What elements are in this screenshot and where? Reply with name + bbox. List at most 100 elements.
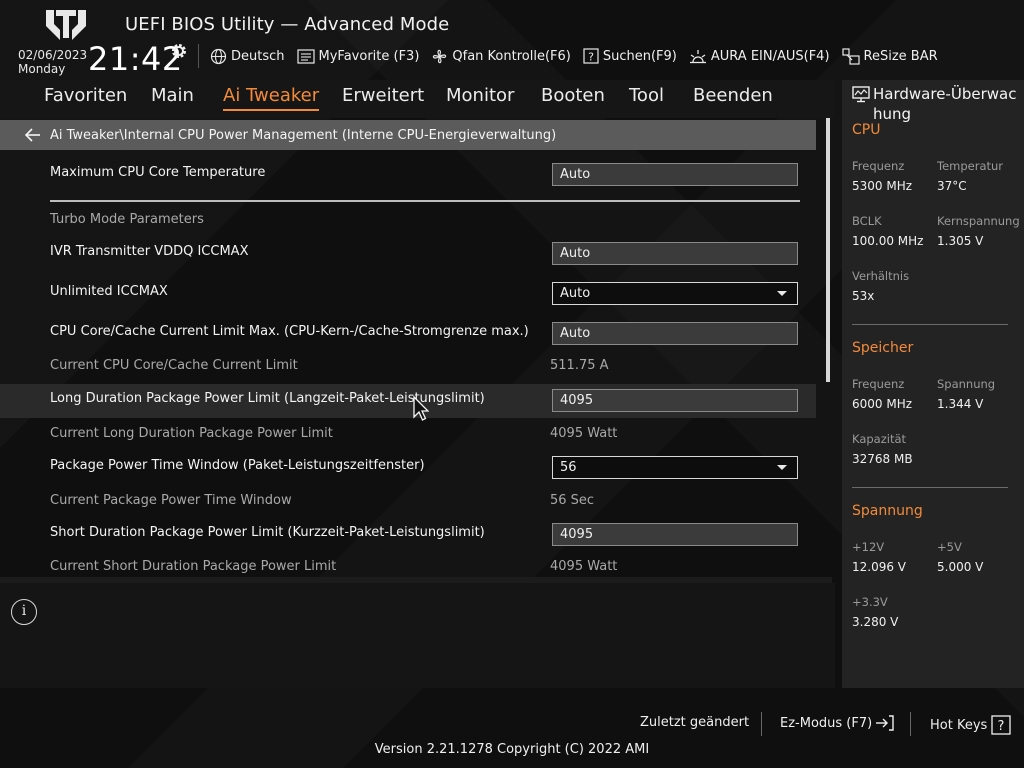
tab-tool[interactable]: Tool (629, 85, 664, 106)
short-duration-power-field[interactable]: 4095 (552, 523, 798, 546)
vcore-label: Kernspannung (937, 214, 1020, 228)
gear-icon[interactable] (170, 42, 188, 60)
info-current-long-duration: Current Long Duration Package Power Limi… (0, 420, 816, 454)
search-button[interactable]: ? Suchen(F9) (583, 48, 677, 64)
resize-bar-icon (841, 47, 860, 65)
settings-list: Maximum CPU Core Temperature Auto Turbo … (0, 150, 816, 576)
vcore-value: 1.305 V (937, 234, 984, 248)
favorite-list-icon (296, 48, 315, 64)
voltage-heading: Spannung (852, 503, 923, 519)
ez-mode-button[interactable]: Ez-Modus (F7) (780, 715, 895, 731)
footer-separator (910, 712, 911, 736)
hardware-monitor-title: Hardware-Überwac hung (873, 84, 1023, 124)
info-label: Current Long Duration Package Power Limi… (50, 426, 333, 441)
info-value: 4095 Watt (550, 559, 618, 574)
mouse-cursor-icon (413, 396, 429, 421)
hardware-monitor-title-line1: Hardware-Überwac (873, 85, 1017, 103)
scrollbar-thumb[interactable] (826, 118, 830, 382)
ratio-label: Verhältnis (852, 269, 910, 283)
help-panel: i (0, 583, 835, 688)
date-display: 02/06/2023 Monday (18, 48, 87, 76)
mem-freq-label: Frequenz (852, 377, 905, 391)
setting-label: IVR Transmitter VDDQ ICCMAX (50, 244, 249, 259)
monitor-icon (852, 86, 870, 103)
power-time-window-select[interactable]: 56 (552, 456, 798, 479)
setting-label: Package Power Time Window (Paket-Leistun… (50, 458, 425, 473)
setting-power-time-window[interactable]: Package Power Time Window (Paket-Leistun… (0, 451, 816, 485)
toolbar: Deutsch MyFavorite (F3) Qfan Kontrolle(F… (210, 46, 950, 66)
breadcrumb: Ai Tweaker\Internal CPU Power Management… (0, 120, 816, 150)
tab-beenden[interactable]: Beenden (693, 85, 773, 106)
ratio-value: 53x (852, 289, 875, 303)
globe-icon (210, 48, 227, 64)
app-title: UEFI BIOS Utility — Advanced Mode (125, 14, 450, 35)
info-value: 511.75 A (550, 358, 609, 373)
section-title: Turbo Mode Parameters (50, 212, 204, 227)
info-current-time-window: Current Package Power Time Window 56 Sec (0, 487, 816, 521)
core-cache-limit-field[interactable]: Auto (552, 322, 798, 345)
last-changed-button[interactable]: Zuletzt geändert (640, 715, 749, 730)
mem-freq-value: 6000 MHz (852, 397, 913, 411)
mem-volt-value: 1.344 V (937, 397, 984, 411)
info-label: Current Package Power Time Window (50, 493, 292, 508)
tab-ai-tweaker[interactable]: Ai Tweaker (223, 85, 320, 111)
setting-ivr-iccmax[interactable]: IVR Transmitter VDDQ ICCMAX Auto (0, 236, 816, 270)
hardware-monitor-title-line2: hung (873, 105, 912, 123)
hot-keys-label: Hot Keys (930, 717, 988, 733)
svg-text:?: ? (998, 719, 1005, 734)
weekday-text: Monday (18, 62, 66, 76)
setting-max-cpu-temp[interactable]: Maximum CPU Core Temperature Auto (0, 156, 816, 190)
last-changed-label: Zuletzt geändert (640, 715, 750, 730)
long-duration-power-field[interactable]: 4095 (552, 389, 798, 412)
main-nav: Favoriten Main Ai Tweaker Erweitert Moni… (0, 80, 835, 118)
v5-value: 5.000 V (937, 560, 984, 574)
section-turbo-header: Turbo Mode Parameters (0, 204, 816, 238)
resize-bar-button[interactable]: ReSize BAR (841, 47, 938, 65)
aura-light-icon (689, 50, 706, 64)
v12-label: +12V (852, 540, 885, 554)
footer: Zuletzt geändert Ez-Modus (F7) Hot Keys … (0, 688, 1024, 768)
hw-separator (852, 324, 1008, 325)
tab-erweitert[interactable]: Erweitert (342, 85, 424, 106)
v5-label: +5V (937, 540, 962, 554)
setting-short-duration-power-limit[interactable]: Short Duration Package Power Limit (Kurz… (0, 518, 816, 552)
search-label: Suchen(F9) (602, 48, 677, 64)
hot-keys-button[interactable]: Hot Keys ? (930, 715, 1011, 735)
v12-value: 12.096 V (852, 560, 907, 574)
ivr-iccmax-field[interactable]: Auto (552, 242, 798, 265)
section-divider (50, 200, 800, 202)
setting-unlimited-iccmax[interactable]: Unlimited ICCMAX Auto (0, 276, 816, 310)
setting-label: CPU Core/Cache Current Limit Max. (CPU-K… (50, 324, 529, 339)
cpu-temp-value: 37°C (937, 179, 967, 193)
chevron-down-icon (777, 465, 787, 470)
qfan-button[interactable]: Qfan Kontrolle(F6) (431, 48, 571, 65)
tab-booten[interactable]: Booten (541, 85, 605, 106)
unlimited-iccmax-select[interactable]: Auto (552, 282, 798, 305)
max-cpu-temp-field[interactable]: Auto (552, 163, 798, 186)
resize-bar-label: ReSize BAR (863, 48, 938, 64)
memory-heading: Speicher (852, 340, 914, 356)
back-arrow-icon[interactable] (24, 128, 42, 142)
info-value: 56 Sec (550, 493, 595, 508)
language-button[interactable]: Deutsch (210, 48, 285, 65)
mem-volt-label: Spannung (937, 377, 996, 391)
exit-arrow-icon (876, 715, 894, 731)
tab-favoriten[interactable]: Favoriten (44, 85, 127, 106)
tab-monitor[interactable]: Monitor (446, 85, 514, 106)
language-label: Deutsch (231, 48, 285, 64)
tab-main[interactable]: Main (151, 85, 194, 106)
setting-label: Unlimited ICCMAX (50, 284, 168, 299)
setting-long-duration-power-limit[interactable]: Long Duration Package Power Limit (Langz… (0, 384, 816, 418)
breadcrumb-path: Ai Tweaker\Internal CPU Power Management… (50, 127, 557, 143)
setting-core-cache-limit[interactable]: CPU Core/Cache Current Limit Max. (CPU-K… (0, 316, 816, 350)
info-current-core-cache: Current CPU Core/Cache Current Limit 511… (0, 352, 816, 386)
hardware-monitor-panel: Hardware-Überwac hung CPU Frequenz 5300 … (842, 80, 1024, 688)
v33-label: +3.3V (852, 595, 888, 609)
select-value: 56 (560, 460, 577, 475)
clock[interactable]: 21:42 (88, 40, 183, 78)
help-question-icon: ? (991, 715, 1011, 735)
myfavorite-button[interactable]: MyFavorite (F3) (296, 48, 419, 64)
search-question-icon: ? (583, 48, 599, 64)
aura-button[interactable]: AURA EIN/AUS(F4) (689, 48, 830, 64)
info-current-short-duration: Current Short Duration Package Power Lim… (0, 554, 816, 576)
